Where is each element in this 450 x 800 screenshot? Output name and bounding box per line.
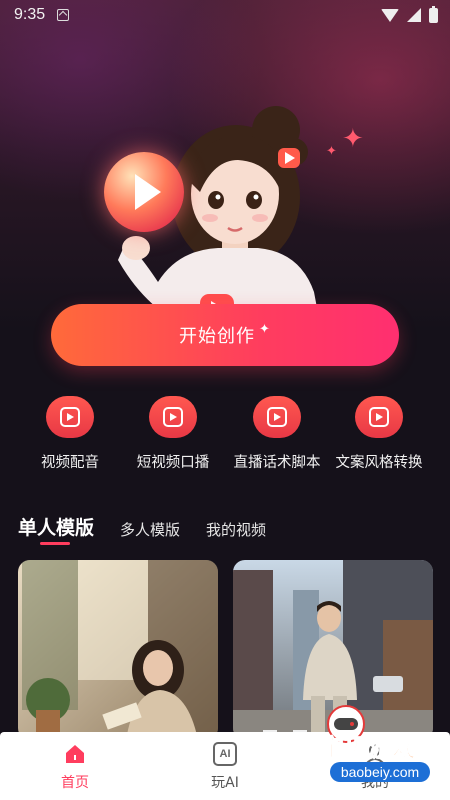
video-dub-icon xyxy=(253,396,301,438)
watermark-url: baobeiy.com xyxy=(341,764,419,780)
video-dub-icon xyxy=(46,396,94,438)
home-icon xyxy=(66,745,84,763)
video-dub-icon xyxy=(355,396,403,438)
status-bar: 9:35 xyxy=(0,0,450,30)
battery-icon xyxy=(429,5,438,23)
feature-short-video-voiceover[interactable]: 短视频口播 xyxy=(118,396,228,472)
play-orb-icon xyxy=(104,152,184,232)
feature-label: 视频配音 xyxy=(41,455,99,471)
tab-my-videos[interactable]: 我的视频 xyxy=(206,519,266,540)
watermark-title: 宝贝游戏网 xyxy=(320,734,440,762)
hero-illustration: ✦ ✦ xyxy=(0,30,450,340)
video-dub-icon xyxy=(149,396,197,438)
sparkle-icon: ✦ xyxy=(342,124,364,154)
start-button-label: 开始创作 xyxy=(179,326,256,347)
status-indicators xyxy=(381,5,438,23)
nav-play-ai[interactable]: AI 玩AI xyxy=(190,742,260,792)
start-creation-button[interactable]: 开始创作 ✦ xyxy=(51,304,399,366)
feature-label: 直播话术脚本 xyxy=(233,455,321,471)
nav-home[interactable]: 首页 xyxy=(40,742,110,792)
wifi-icon xyxy=(381,8,399,22)
watermark-logo: 宝贝游戏网 baobeiy.com xyxy=(310,704,450,794)
feature-video-dubbing[interactable]: 视频配音 xyxy=(15,396,125,472)
ai-icon: AI xyxy=(213,742,237,766)
notification-app-icon xyxy=(57,9,70,21)
template-tabs: 单人模版 多人模版 我的视频 xyxy=(18,513,292,545)
tab-single-template[interactable]: 单人模版 xyxy=(18,513,94,540)
feature-grid: 视频配音 短视频口播 直播话术脚本 文案风格转换 xyxy=(0,396,450,476)
feature-label: 文案风格转换 xyxy=(335,455,423,471)
template-card[interactable] xyxy=(18,560,218,740)
feature-copy-style-convert[interactable]: 文案风格转换 xyxy=(324,396,434,472)
nav-label: 首页 xyxy=(61,775,89,791)
template-thumbnail-image xyxy=(18,560,218,740)
feature-livestream-script[interactable]: 直播话术脚本 xyxy=(222,396,332,472)
signal-icon xyxy=(407,8,421,22)
nav-label: 玩AI xyxy=(211,775,239,791)
feature-label: 短视频口播 xyxy=(136,455,210,471)
status-time: 9:35 xyxy=(14,6,46,23)
sparkle-icon: ✦ xyxy=(259,321,271,337)
active-tab-indicator xyxy=(40,542,70,545)
tab-multi-template[interactable]: 多人模版 xyxy=(120,519,180,540)
